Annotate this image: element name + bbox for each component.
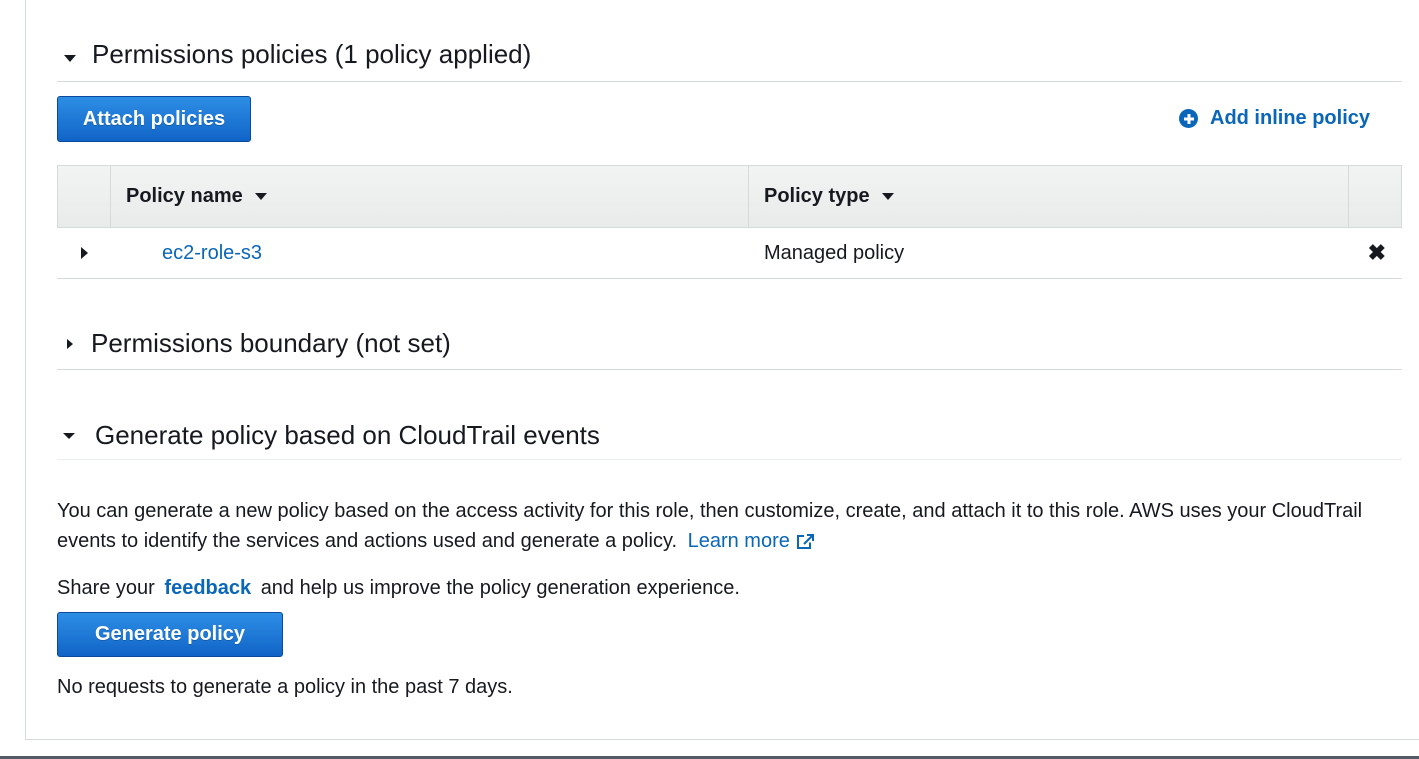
generate-policy-button[interactable]: Generate policy: [57, 612, 283, 657]
policy-type-cell: Managed policy: [764, 241, 905, 264]
table-row: ec2-role-s3 Managed policy ✖: [57, 228, 1402, 279]
permissions-policies-title: Permissions policies (1 policy applied): [92, 39, 532, 69]
feedback-suffix: and help us improve the policy generatio…: [260, 577, 740, 599]
column-header-label: Policy name: [126, 185, 243, 207]
remove-policy-cell: ✖: [1348, 240, 1400, 266]
learn-more-label: Learn more: [687, 530, 790, 552]
policy-name-cell: ec2-role-s3: [110, 242, 748, 265]
caret-down-icon: [63, 433, 75, 439]
plus-circle-icon: [1179, 109, 1198, 128]
generation-status-text: No requests to generate a policy in the …: [57, 676, 513, 698]
caret-down-icon: [64, 55, 76, 62]
table-header: Policy name Policy type: [57, 165, 1402, 228]
permissions-boundary-title: Permissions boundary (not set): [91, 328, 451, 358]
feedback-line: Share your feedback and help us improve …: [57, 573, 1387, 603]
caret-right-icon: [81, 247, 88, 259]
sort-caret-icon: [254, 193, 267, 200]
learn-more-link[interactable]: Learn more: [688, 530, 816, 552]
caret-right-icon: [67, 339, 73, 349]
add-inline-policy-label: Add inline policy: [1210, 107, 1371, 129]
row-expand-toggle[interactable]: [57, 247, 110, 259]
sort-caret-icon: [881, 193, 894, 200]
close-icon[interactable]: ✖: [1368, 240, 1386, 266]
generate-policy-header[interactable]: Generate policy based on CloudTrail even…: [57, 416, 1402, 460]
add-inline-policy-link[interactable]: Add inline policy: [1179, 107, 1370, 130]
column-header-policy-name[interactable]: Policy name: [111, 166, 749, 227]
generate-policy-description: You can generate a new policy based on t…: [57, 496, 1387, 556]
column-header-label: Policy type: [764, 185, 870, 207]
external-link-icon: [796, 533, 814, 549]
policy-name-link[interactable]: ec2-role-s3: [162, 242, 262, 265]
expand-column-header: [58, 166, 111, 227]
column-header-policy-type[interactable]: Policy type: [749, 166, 1349, 227]
attach-policies-button[interactable]: Attach policies: [57, 96, 251, 142]
policies-table: Policy name Policy type ec2-role-s3 Mana…: [57, 165, 1402, 279]
generate-policy-title: Generate policy based on CloudTrail even…: [95, 420, 600, 450]
permissions-policies-header[interactable]: Permissions policies (1 policy applied): [57, 32, 1402, 82]
actions-column-header: [1349, 166, 1401, 227]
feedback-prefix: Share your: [57, 577, 155, 599]
permissions-boundary-header[interactable]: Permissions boundary (not set): [57, 322, 1402, 370]
feedback-link[interactable]: feedback: [164, 577, 251, 599]
